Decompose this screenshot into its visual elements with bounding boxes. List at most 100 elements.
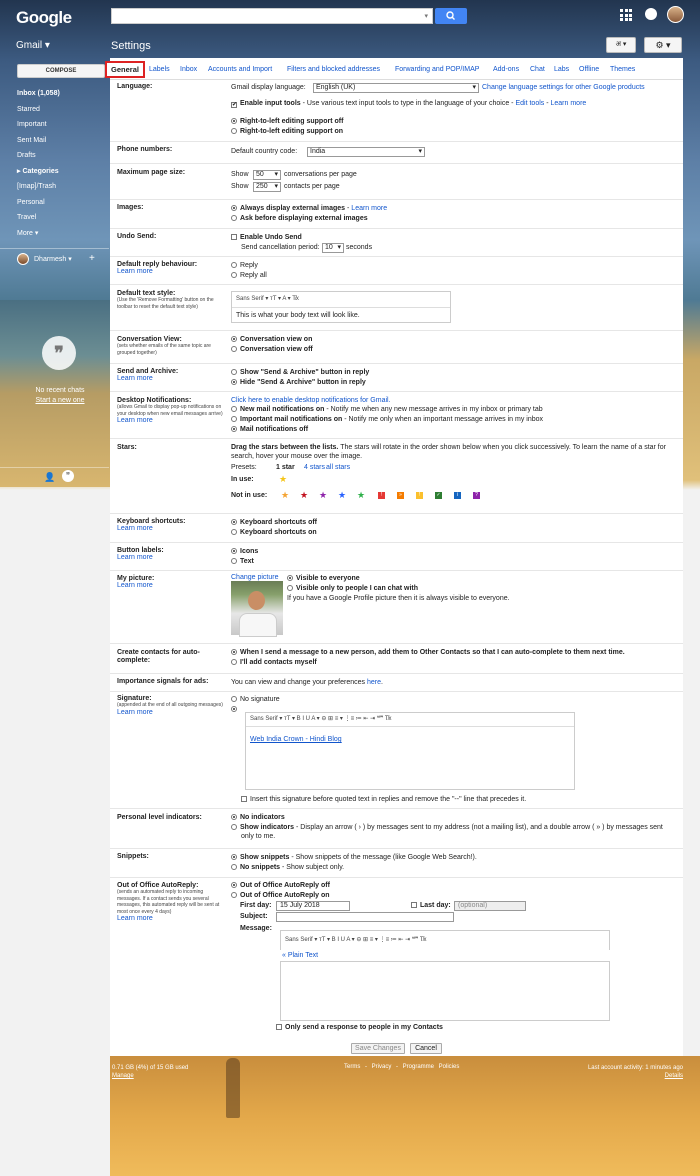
start-new-chat-link[interactable]: Start a new one bbox=[35, 397, 84, 404]
plain-text-link[interactable]: « Plain Text bbox=[282, 952, 318, 959]
always-display-option[interactable]: Always display external images - Learn m… bbox=[231, 205, 387, 212]
edit-tools-link[interactable]: Edit tools bbox=[515, 100, 544, 107]
display-language-select[interactable]: English (UK) bbox=[313, 83, 479, 93]
show-send-archive-option[interactable]: Show "Send & Archive" button in reply bbox=[231, 369, 369, 376]
learn-more-link[interactable]: Learn more bbox=[117, 375, 178, 382]
learn-more-link[interactable]: Learn more bbox=[117, 554, 164, 561]
contacts-icon[interactable]: 👤 bbox=[44, 472, 55, 483]
radio-icon[interactable] bbox=[231, 336, 237, 342]
radio-icon[interactable] bbox=[231, 706, 237, 712]
tab-labels[interactable]: Labels bbox=[149, 66, 170, 73]
ooo-toolbar[interactable]: Sans Serif ▾ ᴛT ▾ B I U A ▾ ⊖ ⊞ ≡ ▾ ⋮≡ ≔… bbox=[281, 931, 609, 950]
rtl-on-option[interactable]: Right-to-left editing support on bbox=[231, 128, 343, 135]
input-tools-checkbox[interactable]: ✔ bbox=[231, 102, 237, 108]
radio-icon[interactable] bbox=[231, 272, 237, 278]
notifications-off-option[interactable]: Mail notifications off bbox=[231, 426, 308, 433]
change-language-link[interactable]: Change language settings for other Googl… bbox=[482, 84, 645, 91]
learn-more-link[interactable]: Learn more bbox=[117, 525, 185, 532]
new-chat-button[interactable]: + bbox=[89, 253, 95, 264]
radio-icon[interactable] bbox=[231, 379, 237, 385]
sidebar-item-sent[interactable]: Sent Mail bbox=[17, 133, 109, 149]
chat-user-avatar[interactable] bbox=[17, 253, 29, 265]
green-star-icon[interactable]: ★ bbox=[357, 491, 365, 500]
tab-forwarding[interactable]: Forwarding and POP/IMAP bbox=[395, 66, 479, 73]
radio-icon[interactable] bbox=[231, 696, 237, 702]
learn-more-link[interactable]: Learn more bbox=[351, 205, 387, 212]
blue-info-icon[interactable]: i bbox=[454, 492, 461, 499]
signature-editor[interactable]: Sans Serif ▾ ᴛT ▾ B I U A ▾ ⊖ ⊞ ≡ ▾ ⋮≡ ≔… bbox=[245, 712, 575, 790]
learn-more-link[interactable]: Learn more bbox=[117, 709, 227, 716]
ask-before-option[interactable]: Ask before displaying external images bbox=[231, 215, 368, 222]
search-options-icon[interactable]: ▾ bbox=[424, 12, 428, 20]
new-mail-option[interactable]: New mail notifications on - Notify me wh… bbox=[231, 406, 543, 413]
tab-inbox[interactable]: Inbox bbox=[180, 66, 197, 73]
gmail-app-switcher[interactable]: Gmail ▾ bbox=[16, 40, 50, 51]
yellow-star-icon[interactable]: ★ bbox=[279, 475, 287, 484]
visible-everyone-option[interactable]: Visible to everyone bbox=[287, 575, 360, 582]
first-day-input[interactable]: 15 July 2018 bbox=[276, 901, 350, 911]
tab-offline[interactable]: Offline bbox=[579, 66, 599, 73]
hide-send-archive-option[interactable]: Hide "Send & Archive" button in reply bbox=[231, 379, 366, 386]
keyboard-on-option[interactable]: Keyboard shortcuts on bbox=[231, 529, 317, 536]
radio-icon[interactable] bbox=[231, 205, 237, 211]
last-day-option[interactable]: Last day: bbox=[411, 902, 451, 909]
enable-desktop-notifications-link[interactable]: Click here to enable desktop notificatio… bbox=[231, 397, 391, 404]
country-code-select[interactable]: India bbox=[307, 147, 425, 157]
footer-links[interactable]: Terms - Privacy - Programme Policies bbox=[344, 1064, 459, 1070]
radio-icon[interactable] bbox=[231, 558, 237, 564]
conversation-on-option[interactable]: Conversation view on bbox=[231, 336, 312, 343]
radio-icon[interactable] bbox=[231, 128, 237, 134]
radio-icon[interactable] bbox=[231, 854, 237, 860]
no-snippets-option[interactable]: No snippets - Show subject only. bbox=[231, 864, 344, 871]
cancel-button[interactable]: Cancel bbox=[410, 1043, 442, 1054]
red-bang-icon[interactable]: ! bbox=[378, 492, 385, 499]
ooo-on-option[interactable]: Out of Office AutoReply on bbox=[231, 892, 330, 899]
save-changes-button[interactable]: Save Changes bbox=[351, 1043, 405, 1054]
compose-button[interactable]: COMPOSE bbox=[17, 64, 105, 78]
signature-blog-link[interactable]: Web India Crown - Hindi Blog bbox=[250, 736, 342, 743]
text-style-editor[interactable]: Sans Serif ▾ ᴛT ▾ A ▾ T̸x This is what y… bbox=[231, 291, 451, 323]
manual-contacts-option[interactable]: I'll add contacts myself bbox=[231, 659, 317, 666]
radio-icon[interactable] bbox=[231, 548, 237, 554]
account-avatar[interactable] bbox=[667, 6, 684, 23]
subject-input[interactable] bbox=[276, 912, 454, 922]
search-input[interactable]: ▾ bbox=[111, 8, 433, 24]
insert-signature-option[interactable]: Insert this signature before quoted text… bbox=[241, 796, 526, 803]
last-day-input[interactable]: (optional) bbox=[454, 901, 526, 911]
radio-icon[interactable] bbox=[231, 426, 237, 432]
sidebar-item-important[interactable]: Important bbox=[17, 117, 109, 133]
sidebar-item-starred[interactable]: Starred bbox=[17, 102, 109, 118]
radio-icon[interactable] bbox=[231, 369, 237, 375]
radio-icon[interactable] bbox=[231, 864, 237, 870]
text-style-toolbar[interactable]: Sans Serif ▾ ᴛT ▾ A ▾ T̸x bbox=[232, 292, 450, 308]
radio-icon[interactable] bbox=[231, 892, 237, 898]
cancel-period-select[interactable]: 10 bbox=[322, 243, 344, 253]
radio-icon[interactable] bbox=[231, 346, 237, 352]
radio-icon[interactable] bbox=[287, 575, 293, 581]
undo-send-checkbox[interactable] bbox=[231, 234, 237, 240]
tab-accounts-import[interactable]: Accounts and Import bbox=[208, 66, 272, 73]
yellow-bang-icon[interactable]: ! bbox=[416, 492, 423, 499]
sidebar-item-travel[interactable]: Travel bbox=[17, 210, 109, 226]
green-check-icon[interactable]: ✓ bbox=[435, 492, 442, 499]
learn-more-link[interactable]: Learn more bbox=[551, 100, 587, 107]
radio-icon[interactable] bbox=[231, 519, 237, 525]
no-indicators-option[interactable]: No indicators bbox=[231, 814, 285, 821]
blue-star-icon[interactable]: ★ bbox=[338, 491, 346, 500]
signature-toolbar[interactable]: Sans Serif ▾ ᴛT ▾ B I U A ▾ ⊖ ⊞ ≡ ▾ ⋮≡ ≔… bbox=[246, 713, 574, 727]
reply-option[interactable]: Reply bbox=[231, 262, 258, 269]
ooo-off-option[interactable]: Out of Office AutoReply off bbox=[231, 882, 330, 889]
learn-more-link[interactable]: Learn more bbox=[117, 915, 225, 922]
auto-contacts-option[interactable]: When I send a message to a new person, a… bbox=[231, 649, 625, 656]
undo-send-option[interactable]: Enable Undo Send bbox=[231, 234, 302, 241]
conversations-per-page-select[interactable]: 50 bbox=[253, 170, 281, 180]
settings-gear-button[interactable]: ⚙ ▾ bbox=[644, 37, 682, 53]
importance-here-link[interactable]: here bbox=[367, 679, 381, 686]
tab-general[interactable]: General bbox=[105, 61, 145, 78]
notifications-icon[interactable] bbox=[645, 8, 657, 20]
purple-star-icon[interactable]: ★ bbox=[319, 491, 327, 500]
orange-guillemet-icon[interactable]: » bbox=[397, 492, 404, 499]
tab-chat[interactable]: Chat bbox=[530, 66, 545, 73]
ooo-message-editor[interactable] bbox=[280, 961, 610, 1021]
radio-icon[interactable] bbox=[231, 406, 237, 412]
